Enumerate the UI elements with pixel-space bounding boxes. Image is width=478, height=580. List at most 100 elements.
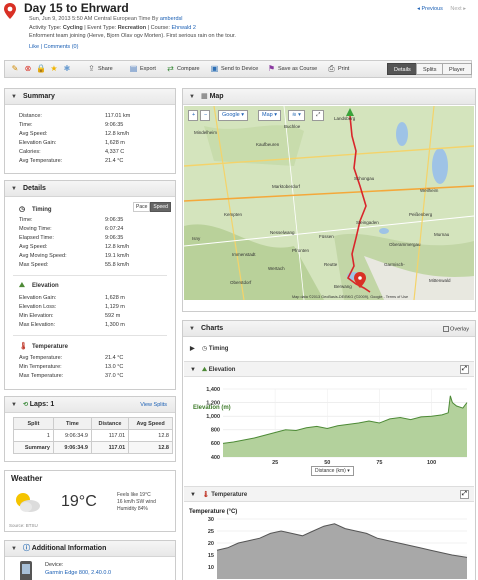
map-provider-select[interactable]: Google ▾ bbox=[218, 110, 249, 121]
elevation-section-title[interactable]: ⛰ Elevation bbox=[19, 282, 59, 290]
lock-icon[interactable]: 🔒 bbox=[36, 64, 46, 74]
y-tick-label: 30 bbox=[208, 517, 214, 523]
device-link[interactable]: Garmin Edge 800, 2.40.0.0 bbox=[45, 570, 111, 576]
map-label-garmisch: Garmisch- bbox=[384, 262, 405, 267]
table-summary-row: Summary 9:06:34.9 117.01 12.8 bbox=[13, 441, 173, 454]
view-splits-link[interactable]: View Splits bbox=[140, 402, 167, 408]
event-type[interactable]: Recreation bbox=[118, 25, 146, 31]
pace-speed-toggle: Pace Speed bbox=[133, 202, 171, 212]
details-header[interactable]: ▼ Details bbox=[5, 181, 175, 197]
layers-icon[interactable]: ≋ ▾ bbox=[288, 110, 305, 121]
favorite-star-icon[interactable]: ★ bbox=[49, 64, 59, 74]
expand-chart-icon[interactable]: ⤢ bbox=[460, 365, 469, 374]
charts-header[interactable]: ▼ Charts bbox=[183, 321, 475, 337]
activity-type[interactable]: Cycling bbox=[63, 25, 83, 31]
map-type-select[interactable]: Map ▾ bbox=[258, 110, 281, 121]
summary-row: Avg Speed: 12.8 km/h bbox=[19, 131, 130, 137]
table-row[interactable]: 1 9:06:34.9 117.01 12.8 bbox=[13, 429, 173, 442]
collapse-triangle-icon: ▼ bbox=[11, 546, 17, 552]
laps-count: 1 bbox=[50, 401, 55, 408]
map-label-isny: Isny bbox=[192, 236, 201, 241]
send-to-device-button[interactable]: ▣ Send to Device bbox=[210, 64, 259, 75]
laps-panel: ▼ ⟲ Laps: 1 View Splits Split Time Distance… bbox=[4, 396, 176, 462]
weather-temperature: 19°C bbox=[61, 493, 97, 510]
elevation-chart[interactable]: 4006008001,0001,2001,40025 50 75 100Elevati… bbox=[185, 379, 473, 479]
collapse-triangle-icon: ▼ bbox=[190, 492, 196, 498]
map-label-reutte: Reutte bbox=[324, 262, 338, 267]
weather-panel: Weather 19°C Feels like 19°C 16 km/h SW … bbox=[4, 470, 176, 532]
map-label-nesselwang: Nesselwang bbox=[270, 230, 295, 235]
temperature-chart-header[interactable]: ▼ 🌡 Temperature ⤢ bbox=[184, 486, 474, 502]
x-tick-label: 75 bbox=[376, 460, 382, 466]
summary-row: Elevation Gain: 1,628 m bbox=[19, 140, 125, 146]
clock-icon: ◷ bbox=[19, 206, 26, 213]
expand-chart-icon[interactable]: ⤢ bbox=[460, 490, 469, 499]
x-axis-select[interactable]: Distance (km) ▾ bbox=[311, 466, 354, 476]
overlay-checkbox[interactable] bbox=[442, 326, 449, 332]
weather-title: Weather bbox=[5, 471, 175, 487]
summary-header[interactable]: ▼ Summary bbox=[5, 89, 175, 105]
summary-row: Calories: 4,337 C bbox=[19, 149, 125, 155]
pace-toggle[interactable]: Pace bbox=[133, 202, 151, 212]
compare-icon: ⇄ bbox=[167, 64, 174, 74]
map-header[interactable]: ▼ ▦ Map bbox=[183, 89, 475, 105]
thermometer-icon: 🌡 bbox=[202, 492, 212, 498]
summary-panel: ▼ Summary Distance: 117.01 km Time: 9:06:35… bbox=[4, 88, 176, 174]
elevation-icon: ⛰ bbox=[202, 367, 209, 373]
user-link[interactable]: amberdsl bbox=[160, 16, 183, 22]
elevation-chart-header[interactable]: ▼ ⛰ Elevation ⤢ bbox=[184, 361, 474, 377]
course-link[interactable]: Ehrwald 2 bbox=[171, 25, 195, 31]
device-label: Device: bbox=[45, 562, 64, 568]
collapse-triangle-icon: ▼ bbox=[11, 94, 17, 100]
x-tick-label: 100 bbox=[427, 460, 436, 466]
y-axis-label: Temperature (°C) bbox=[189, 509, 237, 515]
map-label-landsberg: Landsberg bbox=[334, 116, 356, 121]
like-link[interactable]: Like bbox=[29, 44, 39, 50]
tab-splits[interactable]: Splits bbox=[416, 63, 444, 75]
timing-section-title[interactable]: ◷ Timing bbox=[19, 205, 52, 213]
device-icon bbox=[20, 561, 32, 580]
print-button[interactable]: ⎙ Print bbox=[327, 64, 349, 75]
map-label-oberammergau: Oberammergau bbox=[389, 242, 421, 247]
map-label-berwang: Berwang bbox=[334, 284, 352, 289]
fullscreen-icon[interactable]: ⤢ bbox=[312, 110, 325, 121]
temperature-chart[interactable]: 10 15 20 25 30 Temperature (°C) bbox=[185, 505, 473, 580]
timing-chart-header[interactable]: ▶ ◷ Timing bbox=[184, 341, 474, 357]
map-canvas: Landsberg Kaufbeuren Marktoberdorf Schon… bbox=[184, 106, 474, 300]
activity-toolbar: ✎ ⊗ 🔒 ★ ✱ ⇪ Share ▤ Export ⇄ Compare ▣ Send … bbox=[4, 60, 472, 78]
tab-details[interactable]: Details bbox=[387, 63, 418, 75]
comments-link[interactable]: Comments (0) bbox=[44, 44, 79, 50]
overlay-toggle[interactable]: Overlay bbox=[442, 326, 469, 332]
export-button[interactable]: ▤ Export bbox=[129, 64, 156, 75]
speed-toggle[interactable]: Speed bbox=[150, 202, 171, 212]
next-link[interactable]: Next ▸ bbox=[450, 6, 466, 12]
map-label-fussen: Füssen bbox=[319, 234, 334, 239]
clock-icon: ◷ bbox=[202, 346, 209, 352]
y-tick-label: 10 bbox=[208, 565, 214, 571]
badge-icon[interactable]: ✱ bbox=[62, 64, 72, 74]
weather-details: Feels like 19°C 16 km/h SW wind Humidity… bbox=[117, 492, 156, 512]
share-button[interactable]: ⇪ Share bbox=[87, 64, 113, 75]
tab-player[interactable]: Player bbox=[442, 63, 472, 75]
map-label-murnau: Murnau bbox=[434, 232, 450, 237]
map-label-peissenberg: Peißenberg bbox=[409, 212, 433, 217]
additional-info-header[interactable]: ▼ ⓘ Additional Information bbox=[5, 541, 175, 557]
route-map[interactable]: Landsberg Kaufbeuren Marktoberdorf Schon… bbox=[184, 106, 474, 300]
save-as-course-button[interactable]: ⚑ Save as Course bbox=[267, 64, 317, 75]
print-icon: ⎙ bbox=[328, 64, 335, 74]
map-label-steingaden: Steingaden bbox=[356, 220, 379, 225]
temperature-section-title[interactable]: 🌡 Temperature bbox=[19, 342, 68, 350]
y-tick-label: 25 bbox=[208, 529, 214, 535]
zoom-out-button[interactable]: − bbox=[200, 110, 210, 121]
map-label-schongau: Schongau bbox=[354, 176, 375, 181]
zoom-in-button[interactable]: + bbox=[188, 110, 198, 121]
previous-link[interactable]: ◂ Previous bbox=[417, 6, 443, 12]
charts-panel: ▼ Charts Overlay ▶ ◷ Timing ▼ ⛰ Elevation ⤢… bbox=[182, 320, 476, 580]
collapse-triangle-icon: ▼ bbox=[190, 367, 196, 373]
activity-nav: ◂ Previous Next ▸ bbox=[417, 6, 466, 12]
summary-row: Avg Temperature: 21.4 °C bbox=[19, 158, 124, 164]
edit-icon[interactable]: ✎ bbox=[10, 64, 20, 74]
map-label-oberstdorf: Oberstdorf bbox=[230, 280, 252, 285]
delete-icon[interactable]: ⊗ bbox=[23, 64, 33, 74]
compare-button[interactable]: ⇄ Compare bbox=[166, 64, 199, 75]
